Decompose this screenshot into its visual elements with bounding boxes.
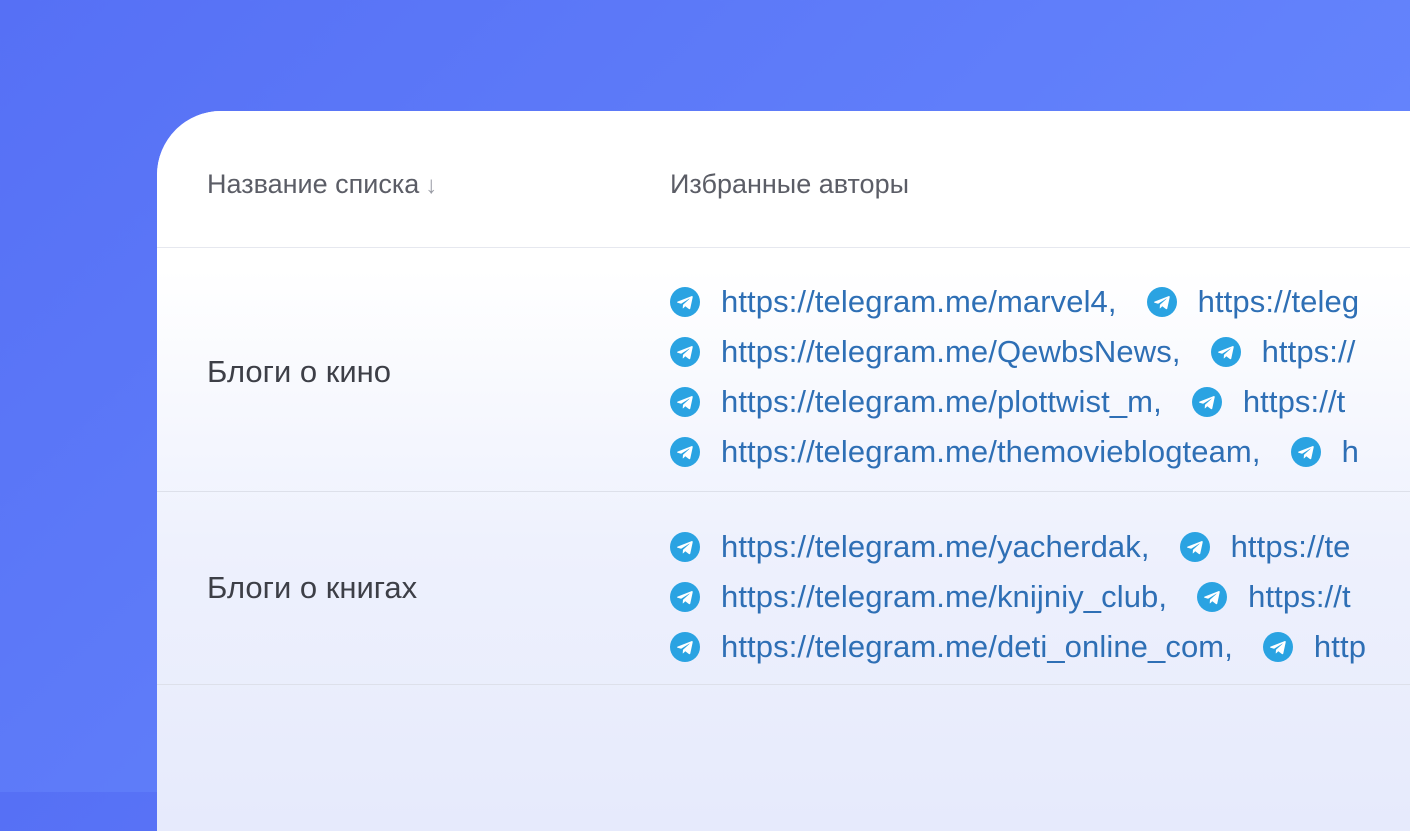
- author-link[interactable]: https://telegram.me/deti_online_com,: [721, 629, 1233, 665]
- author-link[interactable]: https://telegram.me/yacherdak,: [721, 529, 1150, 565]
- author-link[interactable]: https://t: [1243, 384, 1346, 420]
- telegram-icon: [1262, 632, 1293, 662]
- authors-line: https://telegram.me/themovieblogteam, h: [670, 427, 1359, 477]
- author-link[interactable]: https://t: [1248, 579, 1351, 615]
- column-header-label: Избранные авторы: [670, 169, 909, 199]
- telegram-icon: [670, 582, 700, 612]
- telegram-icon: [1146, 287, 1177, 317]
- authors-line: https://telegram.me/plottwist_m, https:/…: [670, 377, 1359, 427]
- column-header-label: Название списка: [207, 169, 420, 199]
- authors-list: https://telegram.me/yacherdak, https://t…: [670, 522, 1366, 672]
- table-header: Название списка ↓ Избранные авторы: [157, 111, 1410, 248]
- author-link[interactable]: https://te: [1231, 529, 1351, 565]
- telegram-icon: [1179, 532, 1210, 562]
- table-row[interactable]: Блоги о книгах https://telegram.me/yache…: [157, 492, 1410, 685]
- sort-down-icon[interactable]: ↓: [425, 172, 437, 199]
- column-header-favorite-authors: Избранные авторы: [670, 169, 909, 200]
- list-name[interactable]: Блоги о книгах: [207, 570, 417, 606]
- authors-line: https://telegram.me/knijniy_club, https:…: [670, 572, 1366, 622]
- telegram-icon: [670, 632, 700, 662]
- telegram-icon: [670, 287, 700, 317]
- authors-line: https://telegram.me/deti_online_com, htt…: [670, 622, 1366, 672]
- telegram-icon: [670, 532, 700, 562]
- column-header-list-name[interactable]: Название списка ↓: [207, 169, 437, 200]
- telegram-icon: [1197, 582, 1228, 612]
- author-link[interactable]: https://telegram.me/QewbsNews,: [721, 334, 1181, 370]
- author-link[interactable]: https://telegram.me/knijniy_club,: [721, 579, 1167, 615]
- telegram-icon: [1191, 387, 1222, 417]
- authors-line: https://telegram.me/yacherdak, https://t…: [670, 522, 1366, 572]
- author-link[interactable]: https://teleg: [1198, 284, 1360, 320]
- author-link[interactable]: https://telegram.me/themovieblogteam,: [721, 434, 1261, 470]
- authors-list: https://telegram.me/marvel4, https://tel…: [670, 277, 1359, 477]
- table-row[interactable]: Блоги о кино https://telegram.me/marvel4…: [157, 247, 1410, 492]
- telegram-icon: [670, 437, 700, 467]
- authors-line: https://telegram.me/marvel4, https://tel…: [670, 277, 1359, 327]
- author-link[interactable]: https://telegram.me/plottwist_m,: [721, 384, 1162, 420]
- author-link[interactable]: https://: [1262, 334, 1356, 370]
- telegram-icon: [1290, 437, 1321, 467]
- list-name[interactable]: Блоги о кино: [207, 354, 391, 390]
- author-link[interactable]: h: [1342, 434, 1359, 470]
- author-link[interactable]: http: [1314, 629, 1366, 665]
- telegram-icon: [670, 337, 700, 367]
- telegram-icon: [1210, 337, 1241, 367]
- telegram-icon: [670, 387, 700, 417]
- authors-line: https://telegram.me/QewbsNews, https://: [670, 327, 1359, 377]
- favorites-table-card: Название списка ↓ Избранные авторы Блоги …: [157, 111, 1410, 831]
- author-link[interactable]: https://telegram.me/marvel4,: [721, 284, 1117, 320]
